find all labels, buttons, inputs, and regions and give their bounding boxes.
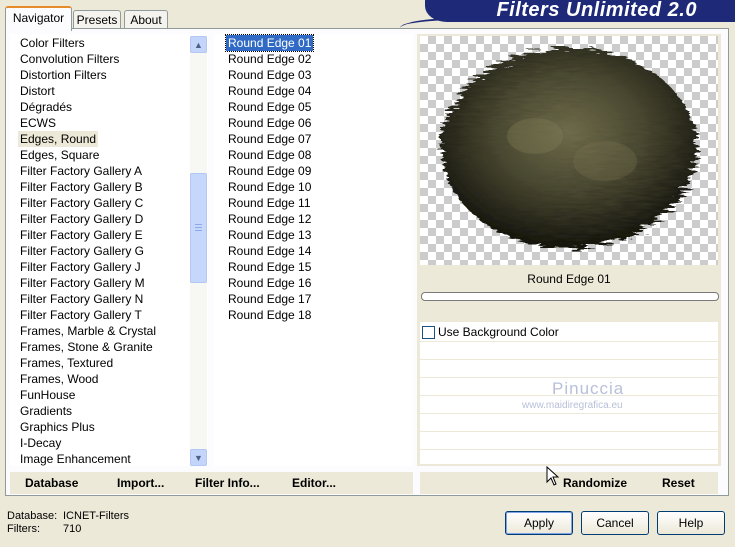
divider: [420, 341, 718, 342]
filter-item[interactable]: Round Edge 04: [226, 83, 313, 99]
filter-list[interactable]: Round Edge 01 Round Edge 02 Round Edge 03 R…: [214, 34, 413, 466]
filter-item[interactable]: Round Edge 16: [226, 275, 313, 291]
category-item[interactable]: Filter Factory Gallery J: [18, 259, 143, 275]
filter-item[interactable]: Round Edge 12: [226, 211, 313, 227]
status-database-label: Database:: [7, 510, 58, 522]
category-item[interactable]: ECWS: [18, 115, 58, 131]
filter-item[interactable]: Round Edge 03: [226, 67, 313, 83]
grip-line: [195, 224, 202, 225]
filter-item[interactable]: Round Edge 06: [226, 115, 313, 131]
scroll-down-button[interactable]: ▼: [190, 449, 207, 466]
category-item[interactable]: FunHouse: [18, 387, 77, 403]
preview-caption: Round Edge 01: [527, 272, 611, 286]
app-title: Filters Unlimited 2.0: [496, 0, 697, 21]
status-filters-label: Filters:: [7, 523, 40, 535]
database-button[interactable]: Database: [25, 472, 78, 494]
category-item[interactable]: Frames, Wood: [18, 371, 100, 387]
category-item[interactable]: Filter Factory Gallery D: [18, 211, 145, 227]
import-button[interactable]: Import...: [117, 472, 164, 494]
category-item[interactable]: Color Filters: [18, 35, 87, 51]
app-banner: Filters Unlimited 2.0: [425, 0, 735, 22]
watermark-url: www.maidiregrafica.eu: [522, 400, 623, 411]
category-item[interactable]: Filter Factory Gallery A: [18, 163, 144, 179]
category-list[interactable]: Color Filters Convolution Filters Distorti…: [10, 34, 208, 466]
grip-line: [195, 227, 202, 228]
divider: [420, 359, 718, 360]
preview-image: [441, 48, 697, 248]
filter-item[interactable]: Round Edge 02: [226, 51, 313, 67]
category-item[interactable]: Convolution Filters: [18, 51, 121, 67]
randomize-button[interactable]: Randomize: [563, 472, 627, 494]
left-toolbar: Database Import... Filter Info... Editor…: [10, 472, 413, 494]
chevron-down-icon: ▼: [194, 452, 203, 463]
apply-button[interactable]: Apply: [505, 511, 573, 535]
divider: [420, 413, 718, 414]
category-item[interactable]: Distortion Filters: [18, 67, 109, 83]
category-item[interactable]: Dégradés: [18, 99, 74, 115]
filter-item[interactable]: Round Edge 07: [226, 131, 313, 147]
category-item[interactable]: Filter Factory Gallery M: [18, 275, 147, 291]
tab-presets-label: Presets: [76, 13, 118, 27]
category-item[interactable]: I-Decay: [18, 435, 63, 451]
filter-item[interactable]: Round Edge 11: [226, 195, 313, 211]
scroll-up-button[interactable]: ▲: [190, 36, 207, 53]
category-item[interactable]: Filter Factory Gallery B: [18, 179, 145, 195]
mouse-cursor-icon: [546, 466, 560, 486]
category-item[interactable]: Image Enhancement: [18, 451, 133, 467]
divider: [420, 431, 718, 432]
use-background-checkbox[interactable]: [422, 326, 435, 339]
tab-navigator-label: Navigator: [12, 11, 65, 25]
reset-button[interactable]: Reset: [662, 472, 695, 494]
category-item[interactable]: Filter Factory Gallery G: [18, 243, 146, 259]
status-database-value: ICNET-Filters: [63, 510, 129, 522]
filter-item[interactable]: Round Edge 15: [226, 259, 313, 275]
help-label: Help: [678, 516, 704, 530]
filter-item[interactable]: Round Edge 08: [226, 147, 313, 163]
filter-item[interactable]: Round Edge 13: [226, 227, 313, 243]
filter-item[interactable]: Round Edge 14: [226, 243, 313, 259]
category-item[interactable]: Filter Factory Gallery N: [18, 291, 145, 307]
filter-item[interactable]: Round Edge 05: [226, 99, 313, 115]
progress-bar: [421, 292, 719, 301]
cancel-label: Cancel: [596, 516, 634, 530]
apply-label: Apply: [523, 516, 555, 530]
divider: [420, 377, 718, 378]
filter-item[interactable]: Round Edge 09: [226, 163, 313, 179]
category-item[interactable]: Frames, Textured: [18, 355, 115, 371]
category-item[interactable]: Edges, Square: [18, 147, 101, 163]
filter-info-button[interactable]: Filter Info...: [195, 472, 260, 494]
category-scrollbar[interactable]: ▲ ▼: [190, 36, 207, 466]
category-item[interactable]: Gradients: [18, 403, 74, 419]
help-button[interactable]: Help: [657, 511, 725, 535]
category-item[interactable]: Frames, Marble & Crystal: [18, 323, 158, 339]
use-background-label[interactable]: Use Background Color: [438, 324, 559, 340]
tab-navigator[interactable]: Navigator: [5, 6, 72, 31]
tab-presets[interactable]: Presets: [73, 10, 121, 29]
watermark-name: Pinuccia: [552, 379, 625, 398]
chevron-up-icon: ▲: [194, 39, 203, 50]
status-filters-value: 710: [63, 523, 82, 535]
category-item[interactable]: Filter Factory Gallery E: [18, 227, 145, 243]
cancel-button[interactable]: Cancel: [581, 511, 649, 535]
filter-item[interactable]: Round Edge 18: [226, 307, 313, 323]
filter-item[interactable]: Round Edge 10: [226, 179, 313, 195]
category-item[interactable]: Edges, Round: [18, 131, 99, 147]
category-item[interactable]: Distort: [18, 83, 57, 99]
right-toolbar: Randomize Reset: [420, 466, 718, 494]
filter-preview: [420, 36, 718, 265]
tab-about-label: About: [130, 13, 162, 27]
grip-line: [195, 230, 202, 231]
category-item[interactable]: Frames, Stone & Granite: [18, 339, 155, 355]
filter-item[interactable]: Round Edge 01: [224, 34, 315, 52]
editor-button[interactable]: Editor...: [292, 472, 336, 494]
tab-about[interactable]: About: [124, 10, 168, 29]
scroll-thumb[interactable]: [190, 173, 207, 283]
divider: [420, 449, 718, 450]
filter-item[interactable]: Round Edge 17: [226, 291, 313, 307]
category-item[interactable]: Filter Factory Gallery C: [18, 195, 145, 211]
category-item[interactable]: Graphics Plus: [18, 419, 97, 435]
category-item[interactable]: Filter Factory Gallery T: [18, 307, 144, 323]
